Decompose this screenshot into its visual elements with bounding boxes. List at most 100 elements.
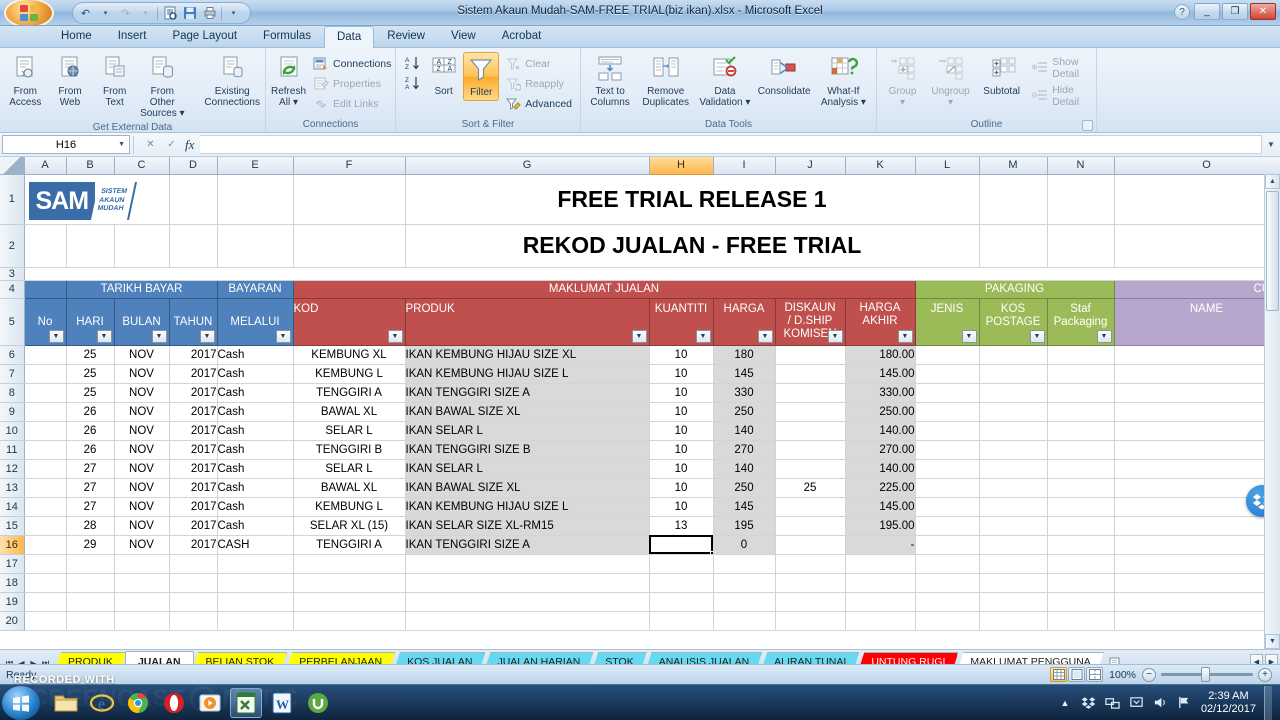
cell-melalui-14[interactable]: Cash bbox=[217, 497, 294, 517]
cell-diskaun-7[interactable] bbox=[775, 364, 846, 384]
row-3-cells[interactable] bbox=[24, 267, 1280, 281]
cell-no-12[interactable] bbox=[24, 459, 67, 479]
scroll-up-icon[interactable]: ▲ bbox=[1265, 174, 1280, 189]
zoom-in-button[interactable]: + bbox=[1258, 667, 1272, 682]
cell-harga-16[interactable]: 0 bbox=[713, 535, 776, 555]
cell-melalui-6[interactable]: Cash bbox=[217, 345, 294, 365]
cell-harga-15[interactable]: 195 bbox=[713, 516, 776, 536]
zoom-track[interactable] bbox=[1161, 667, 1253, 682]
cell-kod-16[interactable]: TENGGIRI A bbox=[293, 535, 406, 555]
cell-produk-17[interactable] bbox=[405, 554, 650, 574]
cell-bulan-13[interactable]: NOV bbox=[114, 478, 170, 498]
cell-harga-18[interactable] bbox=[713, 573, 776, 593]
cell-harga_akhir-6[interactable]: 180.00 bbox=[845, 345, 916, 365]
cell-harga_akhir-20[interactable] bbox=[845, 611, 916, 631]
cell-hari-8[interactable]: 25 bbox=[66, 383, 115, 403]
row-header-9[interactable]: 9 bbox=[0, 402, 25, 422]
cell-kod-8[interactable]: TENGGIRI A bbox=[293, 383, 406, 403]
cell-kos-14[interactable] bbox=[979, 497, 1048, 517]
cell-bulan-6[interactable]: NOV bbox=[114, 345, 170, 365]
cell-jenis-17[interactable] bbox=[915, 554, 980, 574]
cell-hari-14[interactable]: 27 bbox=[66, 497, 115, 517]
cell-kod-20[interactable] bbox=[293, 611, 406, 631]
cell-harga_akhir-18[interactable] bbox=[845, 573, 916, 593]
filter-dropdown-harga[interactable]: ▼ bbox=[757, 329, 773, 343]
col-header-E[interactable]: E bbox=[217, 157, 294, 175]
connections-button[interactable]: Connections bbox=[309, 55, 395, 73]
media-player-icon[interactable] bbox=[194, 688, 226, 718]
cell-produk-14[interactable]: IKAN KEMBUNG HIJAU SIZE L bbox=[405, 497, 650, 517]
cell-harga-8[interactable]: 330 bbox=[713, 383, 776, 403]
from-text-button[interactable]: From Text bbox=[93, 52, 136, 110]
cell-harga-6[interactable]: 180 bbox=[713, 345, 776, 365]
cell-kuantiti-19[interactable] bbox=[649, 592, 714, 612]
cell-kod-19[interactable] bbox=[293, 592, 406, 612]
cell-melalui-15[interactable]: Cash bbox=[217, 516, 294, 536]
tab-review[interactable]: Review bbox=[374, 25, 438, 47]
cell-kod-9[interactable]: BAWAL XL bbox=[293, 402, 406, 422]
row-header-18[interactable]: 18 bbox=[0, 573, 25, 593]
remove-duplicates-button[interactable]: Remove Duplicates bbox=[637, 52, 694, 110]
cell-harga_akhir-7[interactable]: 145.00 bbox=[845, 364, 916, 384]
cell-tahun-19[interactable] bbox=[169, 592, 218, 612]
cell-diskaun-12[interactable] bbox=[775, 459, 846, 479]
cell-harga_akhir-10[interactable]: 140.00 bbox=[845, 421, 916, 441]
row-header-20[interactable]: 20 bbox=[0, 611, 25, 631]
cell-staf-18[interactable] bbox=[1047, 573, 1115, 593]
consolidate-button[interactable]: Consolidate bbox=[756, 52, 813, 99]
cell-harga-11[interactable]: 270 bbox=[713, 440, 776, 460]
advanced-filter-button[interactable]: Advanced bbox=[501, 95, 576, 113]
cell-kuantiti-6[interactable]: 10 bbox=[649, 345, 714, 365]
cell-harga_akhir-11[interactable]: 270.00 bbox=[845, 440, 916, 460]
cell-no-19[interactable] bbox=[24, 592, 67, 612]
cell-melalui-8[interactable]: Cash bbox=[217, 383, 294, 403]
cell-no-9[interactable] bbox=[24, 402, 67, 422]
sort-descending-button[interactable]: ZA bbox=[400, 74, 424, 92]
cell-bulan-10[interactable]: NOV bbox=[114, 421, 170, 441]
cell-bulan-7[interactable]: NOV bbox=[114, 364, 170, 384]
cell-hari-18[interactable] bbox=[66, 573, 115, 593]
row-header-5[interactable]: 5 bbox=[0, 298, 25, 346]
cell-kos-13[interactable] bbox=[979, 478, 1048, 498]
cell-harga-7[interactable]: 145 bbox=[713, 364, 776, 384]
cell-tahun-12[interactable]: 2017 bbox=[169, 459, 218, 479]
properties-button[interactable]: Properties bbox=[309, 75, 395, 93]
cell-kuantiti-7[interactable]: 10 bbox=[649, 364, 714, 384]
row-header-4[interactable]: 4 bbox=[0, 280, 25, 299]
action-center-icon[interactable] bbox=[1129, 695, 1145, 711]
col-header-I[interactable]: I bbox=[713, 157, 776, 175]
cell-name-7[interactable] bbox=[1114, 364, 1280, 384]
start-button[interactable] bbox=[2, 685, 40, 720]
cell-E1[interactable] bbox=[217, 174, 294, 225]
cell-kos-6[interactable] bbox=[979, 345, 1048, 365]
cell-hari-10[interactable]: 26 bbox=[66, 421, 115, 441]
tab-home[interactable]: Home bbox=[48, 25, 105, 47]
filter-dropdown-kuantiti[interactable]: ▼ bbox=[695, 329, 711, 343]
row-header-2[interactable]: 2 bbox=[0, 224, 25, 268]
cell-jenis-20[interactable] bbox=[915, 611, 980, 631]
cell-harga_akhir-17[interactable] bbox=[845, 554, 916, 574]
cell-harga-12[interactable]: 140 bbox=[713, 459, 776, 479]
filter-dropdown-tahun[interactable]: ▼ bbox=[199, 329, 215, 343]
cell-jenis-19[interactable] bbox=[915, 592, 980, 612]
cell-hari-13[interactable]: 27 bbox=[66, 478, 115, 498]
cell-kuantiti-11[interactable]: 10 bbox=[649, 440, 714, 460]
cell-produk-13[interactable]: IKAN BAWAL SIZE XL bbox=[405, 478, 650, 498]
cell-bulan-9[interactable]: NOV bbox=[114, 402, 170, 422]
cell-jenis-15[interactable] bbox=[915, 516, 980, 536]
row-header-15[interactable]: 15 bbox=[0, 516, 25, 536]
cell-kos-18[interactable] bbox=[979, 573, 1048, 593]
cell-jenis-18[interactable] bbox=[915, 573, 980, 593]
cell-kuantiti-12[interactable]: 10 bbox=[649, 459, 714, 479]
cell-kuantiti-20[interactable] bbox=[649, 611, 714, 631]
cell-no-7[interactable] bbox=[24, 364, 67, 384]
cell-jenis-6[interactable] bbox=[915, 345, 980, 365]
col-header-F[interactable]: F bbox=[293, 157, 406, 175]
cell-kod-13[interactable]: BAWAL XL bbox=[293, 478, 406, 498]
cell-tahun-16[interactable]: 2017 bbox=[169, 535, 218, 555]
cell-name-16[interactable] bbox=[1114, 535, 1280, 555]
cell-kos-11[interactable] bbox=[979, 440, 1048, 460]
internet-explorer-icon[interactable]: e bbox=[86, 688, 118, 718]
cell-kuantiti-13[interactable]: 10 bbox=[649, 478, 714, 498]
cell-kos-10[interactable] bbox=[979, 421, 1048, 441]
